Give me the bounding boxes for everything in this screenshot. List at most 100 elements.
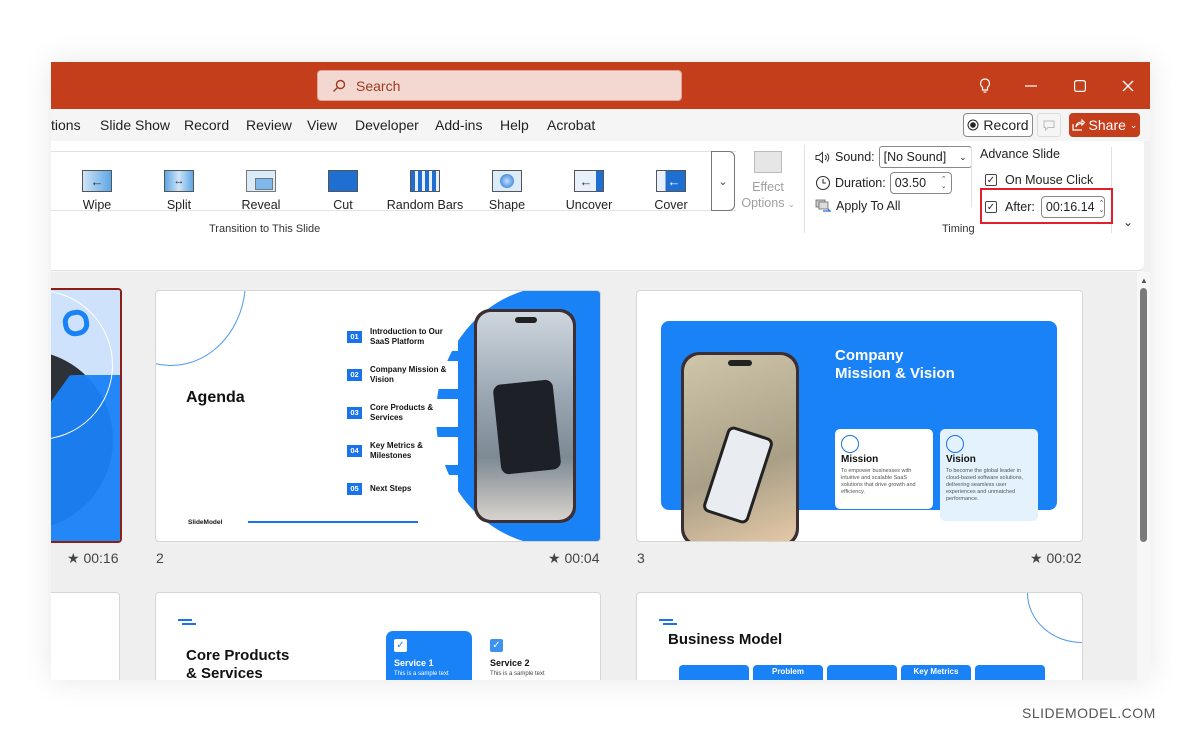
record-button[interactable]: Record	[963, 113, 1033, 137]
duration-label: Duration:	[835, 176, 886, 190]
tab-developer[interactable]: Developer	[355, 117, 419, 133]
title-line-1: Core Products	[186, 647, 290, 664]
tab-acrobat[interactable]: Acrobat	[547, 117, 595, 133]
slide-5-title: Business Model	[668, 631, 783, 648]
wipe-icon: ←	[82, 170, 112, 192]
agenda-text: Introduction to Our SaaS Platform	[370, 327, 443, 347]
share-icon	[1071, 119, 1085, 131]
search-icon	[332, 79, 346, 93]
slide-thumbnail-4[interactable]: Core Products & Services ✓ Service 1 Thi…	[155, 592, 601, 680]
transition-reveal[interactable]: Reveal	[221, 170, 301, 212]
scrollbar-thumb[interactable]	[1140, 288, 1147, 542]
slide-thumbnail-2[interactable]: Agenda 01 Introduction to Our SaaS Platfor…	[155, 290, 601, 542]
search-box[interactable]: Search	[317, 70, 682, 101]
tab-review[interactable]: Review	[246, 117, 292, 133]
share-button[interactable]: Share ⌄	[1069, 113, 1140, 137]
group-label-timing: Timing	[942, 223, 975, 235]
sound-icon	[815, 150, 830, 164]
slide-2-time: ★ 00:04	[548, 550, 600, 567]
minimize-button[interactable]	[1019, 74, 1043, 98]
on-mouse-click-label: On Mouse Click	[1005, 173, 1094, 187]
agenda-text-line-2: Vision	[370, 375, 394, 384]
slide-4-title: Core Products & Services	[186, 647, 289, 680]
menu-lines-icon	[659, 619, 673, 621]
agenda-text-line-1: Company Mission &	[370, 365, 447, 374]
transition-uncover[interactable]: ← Uncover	[549, 170, 629, 212]
time-value: 00:16	[83, 550, 119, 566]
tab-slide-show[interactable]: Slide Show	[100, 117, 170, 133]
tab-add-ins[interactable]: Add-ins	[435, 117, 482, 133]
slide-2-title: Agenda	[186, 389, 245, 406]
transition-label: Random Bars	[386, 198, 464, 212]
transition-cover[interactable]: ← Cover	[631, 170, 711, 212]
slide-3-title: Company Mission & Vision	[835, 347, 955, 383]
record-label: Record	[983, 117, 1029, 133]
transition-label: Cut	[333, 198, 353, 212]
slide-thumbnail-partial[interactable]	[51, 592, 120, 680]
slide-thumbnail-3[interactable]: Company Mission & Vision Mission To empo…	[636, 290, 1083, 542]
transition-label: Uncover	[565, 198, 613, 212]
effect-options-button[interactable]: Effect Options ⌄	[739, 151, 797, 213]
transition-label: Wipe	[82, 198, 112, 212]
transition-label: Cover	[654, 198, 688, 212]
transition-split[interactable]: ↔ Split	[139, 170, 219, 212]
close-button[interactable]	[1116, 74, 1140, 98]
apply-to-all-icon	[815, 199, 832, 212]
group-divider	[971, 147, 972, 207]
duration-row: Duration: 03.50 ⌃ ⌄	[815, 172, 952, 194]
tab-help[interactable]: Help	[500, 117, 529, 133]
service-2-text: This is a sample text	[490, 671, 545, 677]
mission-title: Mission	[841, 454, 879, 465]
transition-cut[interactable]: Cut	[303, 170, 383, 212]
agenda-item: 03 Core Products & Services	[346, 399, 458, 427]
slide-thumbnail-1[interactable]	[51, 288, 122, 543]
agenda-number: 01	[347, 331, 362, 343]
sound-dropdown[interactable]: [No Sound] ⌄	[878, 146, 972, 168]
spinner-arrows-icon[interactable]: ⌃ ⌄	[941, 176, 947, 190]
service-2-card: ✓ Service 2 This is a sample text	[490, 639, 576, 680]
cover-icon: ←	[656, 170, 686, 192]
slide-thumbnail-5[interactable]: Business Model Problem Key Metrics	[636, 592, 1083, 680]
agenda-item: 01 Introduction to Our SaaS Platform	[346, 323, 458, 351]
agenda-text: Company Mission & Vision	[370, 365, 446, 385]
title-line-2: Mission & Vision	[835, 365, 955, 382]
business-model-column	[679, 665, 749, 680]
business-model-column: Problem	[753, 665, 823, 680]
checkbox-checked-icon: ✓	[985, 174, 997, 186]
watermark-brand: SLIDEMODEL.COM	[1022, 705, 1156, 721]
random-bars-icon	[410, 170, 440, 192]
time-value: 00:02	[1046, 550, 1082, 566]
tab-record[interactable]: Record	[184, 117, 229, 133]
time-value: 00:04	[564, 550, 600, 566]
title-line-2: & Services	[186, 665, 263, 680]
tab-view[interactable]: View	[307, 117, 337, 133]
lightbulb-icon[interactable]	[973, 74, 997, 98]
scroll-up-icon[interactable]: ▲	[1140, 276, 1148, 285]
chevron-down-icon: ⌄	[787, 200, 795, 209]
maximize-button[interactable]	[1068, 74, 1092, 98]
apply-to-all-button[interactable]: Apply To All	[815, 199, 900, 213]
on-mouse-click-checkbox[interactable]: ✓ On Mouse Click	[985, 173, 1093, 187]
collapse-ribbon-icon[interactable]: ⌄	[1123, 215, 1133, 229]
transition-shape[interactable]: Shape	[467, 170, 547, 212]
reveal-icon	[246, 170, 276, 192]
transition-wipe[interactable]: ← Wipe	[57, 170, 137, 212]
comments-button[interactable]	[1037, 113, 1061, 137]
slide-2-number: 2	[156, 550, 164, 566]
mission-card: Mission To empower businesses with intui…	[835, 429, 933, 509]
slide-sorter: ★ 00:16 Agenda 01 Introduction to Our SaaS…	[51, 272, 1137, 680]
service-1-title: Service 1	[394, 658, 434, 668]
share-label: Share	[1088, 117, 1126, 133]
vision-card: Vision To become the global leader in cl…	[940, 429, 1038, 521]
duration-input[interactable]: 03.50 ⌃ ⌄	[889, 172, 952, 194]
transition-label: Shape	[488, 198, 526, 212]
tab-animations[interactable]: tions	[51, 117, 81, 133]
gallery-more-button[interactable]: ⌄	[711, 151, 735, 211]
transition-random-bars[interactable]: Random Bars	[385, 170, 465, 212]
agenda-text-line-1: Next Steps	[370, 484, 412, 493]
minimize-icon	[1025, 85, 1037, 87]
vertical-scrollbar[interactable]: ▲	[1137, 272, 1150, 680]
service-2-title: Service 2	[490, 658, 530, 668]
effect-options-label-2: Options	[741, 196, 785, 210]
shape-icon	[492, 170, 522, 192]
